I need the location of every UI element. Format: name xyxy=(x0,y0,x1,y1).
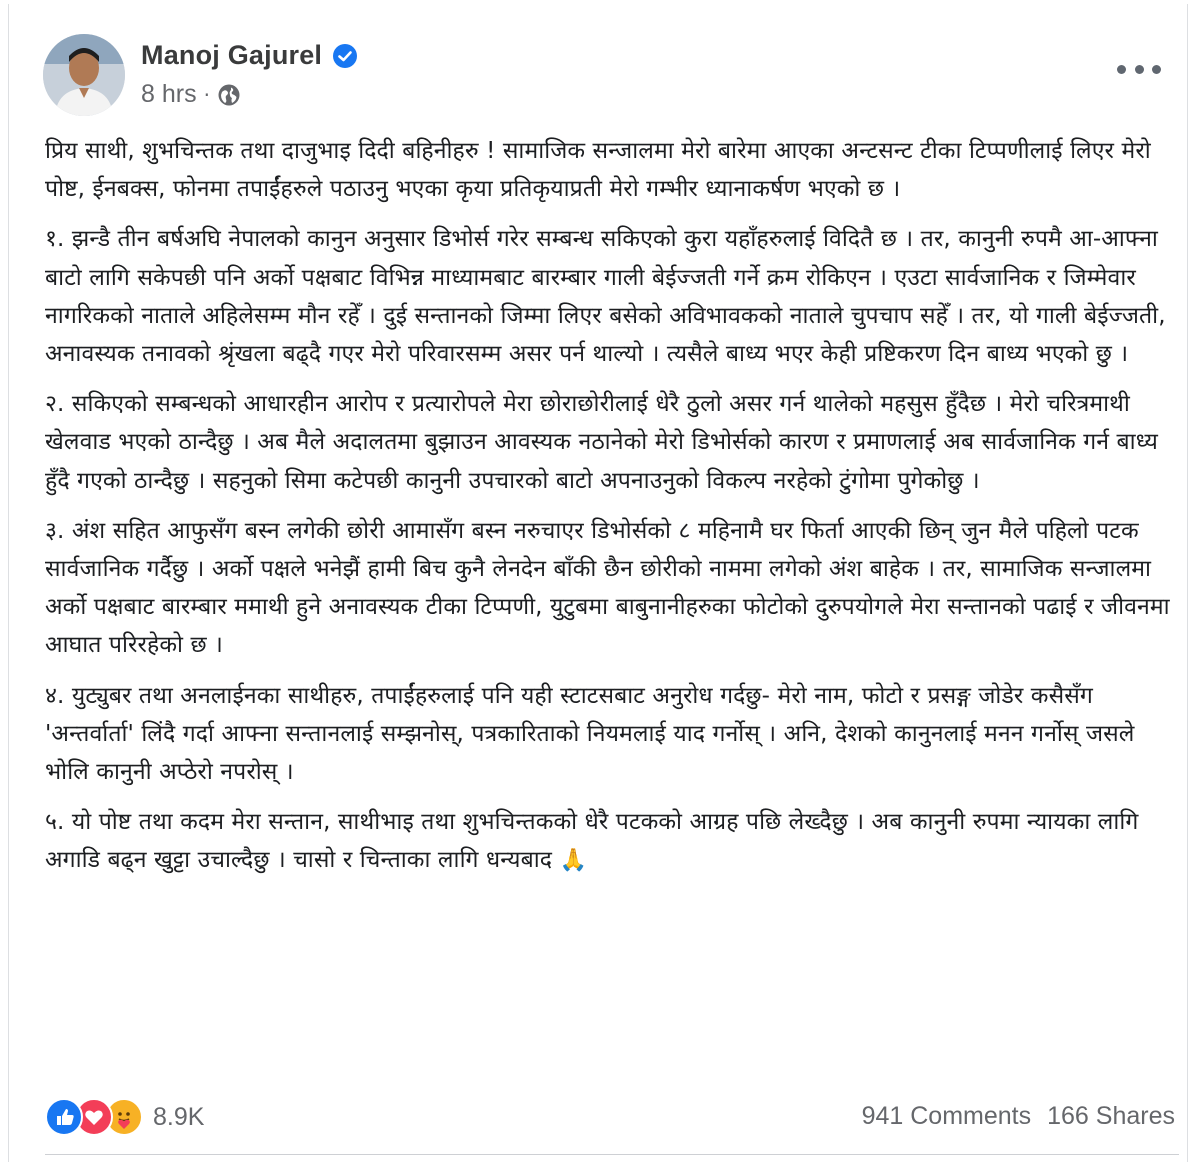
reactions-summary[interactable]: 8.9K xyxy=(45,1098,204,1136)
praying-hands-emoji: 🙏 xyxy=(559,848,587,874)
author-avatar[interactable] xyxy=(43,34,125,116)
verified-badge-icon xyxy=(333,43,358,68)
engagement-stats: 941 Comments 166 Shares xyxy=(862,1102,1175,1131)
comments-count[interactable]: 941 Comments xyxy=(862,1102,1032,1131)
post-card: Manoj Gajurel 8 hrs · प्रिय साथी, शुभचिन… xyxy=(8,4,1188,1162)
post-timestamp[interactable]: 8 hrs xyxy=(141,80,197,109)
author-row: Manoj Gajurel xyxy=(141,40,358,71)
post-paragraph: १. झन्डै तीन बर्षअघि नेपालको कानुन अनुसा… xyxy=(45,226,1166,368)
post-paragraph-text: ५. यो पोष्ट तथा कदम मेरा सन्तान, साथीभाइ… xyxy=(45,809,1139,874)
author-name[interactable]: Manoj Gajurel xyxy=(141,40,322,71)
avatar-image xyxy=(43,34,125,116)
post-footer: 8.9K 941 Comments 166 Shares xyxy=(45,1090,1179,1140)
more-dot xyxy=(1117,64,1126,74)
post-meta: 8 hrs · xyxy=(141,80,241,109)
globe-icon[interactable] xyxy=(217,83,241,107)
post-paragraph: ४. युट्युबर तथा अनलाईनका साथीहरु, तपाईंह… xyxy=(45,682,1135,786)
more-dot xyxy=(1152,64,1161,74)
post-paragraph: २. सकिएको सम्बन्धको आधारहीन आरोप र प्रत्… xyxy=(45,391,1158,494)
shares-count[interactable]: 166 Shares xyxy=(1047,1102,1175,1131)
post-paragraph: ३. अंश सहित आफुसँग बस्न लगेकी छोरी आमासँ… xyxy=(45,517,1170,659)
reaction-count[interactable]: 8.9K xyxy=(153,1103,204,1132)
post-paragraph-last: ५. यो पोष्ट तथा कदम मेरा सन्तान, साथीभाइ… xyxy=(45,803,1175,880)
like-icon xyxy=(45,1098,83,1136)
post-header: Manoj Gajurel 8 hrs · xyxy=(43,34,1183,118)
more-dot xyxy=(1134,64,1144,74)
meta-separator: · xyxy=(203,82,210,107)
footer-divider xyxy=(45,1154,1179,1155)
more-options-icon[interactable] xyxy=(1117,54,1161,84)
post-paragraph: प्रिय साथी, शुभचिन्तक तथा दाजुभाइ दिदी ब… xyxy=(45,138,1151,203)
post-body: प्रिय साथी, शुभचिन्तक तथा दाजुभाइ दिदी ब… xyxy=(45,132,1175,893)
